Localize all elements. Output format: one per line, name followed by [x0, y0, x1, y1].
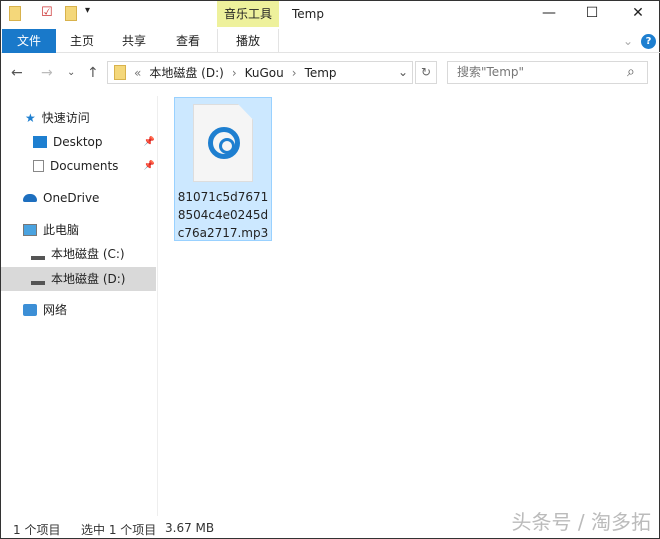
tab-play[interactable]: 播放: [217, 29, 279, 53]
tab-view[interactable]: 查看: [167, 29, 209, 53]
maximize-button[interactable]: ☐: [577, 5, 607, 21]
address-bar[interactable]: « 本地磁盘 (D:) › KuGou › Temp: [107, 61, 413, 84]
documents-icon: [33, 160, 44, 172]
new-folder-icon[interactable]: [65, 6, 77, 21]
breadcrumb-temp[interactable]: Temp: [305, 66, 337, 80]
sidebar-item-label: 网络: [43, 303, 68, 317]
window-title: Temp: [292, 7, 324, 21]
breadcrumb-d-drive[interactable]: 本地磁盘 (D:): [149, 64, 223, 81]
customize-toolbar-icon[interactable]: ▾: [85, 5, 90, 16]
desktop-icon: [33, 136, 47, 148]
network-icon: [23, 304, 37, 316]
close-button[interactable]: ✕: [623, 5, 653, 21]
folder-icon: [9, 6, 21, 21]
sidebar-item-documents[interactable]: Documents 📌: [33, 154, 155, 178]
drive-icon: [31, 273, 45, 285]
collapse-ribbon-icon[interactable]: ⌄: [623, 34, 633, 48]
selected-size: 3.67 MB: [165, 521, 215, 535]
breadcrumb-kugou[interactable]: KuGou: [245, 66, 284, 80]
breadcrumb-separator[interactable]: ›: [292, 66, 297, 80]
star-icon: ★: [25, 111, 36, 125]
music-disc-icon: [208, 127, 240, 159]
sidebar-item-desktop[interactable]: Desktop 📌: [33, 130, 155, 154]
folder-icon: [114, 65, 126, 80]
breadcrumb-separator[interactable]: ›: [232, 66, 237, 80]
help-icon[interactable]: ?: [641, 34, 656, 49]
drive-icon: [31, 248, 45, 260]
sidebar-item-label: Documents: [50, 159, 119, 173]
sidebar-item-quick-access[interactable]: ★ 快速访问: [25, 106, 90, 130]
computer-icon: [23, 224, 37, 236]
properties-icon[interactable]: ☑: [41, 5, 53, 20]
refresh-button[interactable]: ↻: [415, 61, 437, 84]
sidebar-item-network[interactable]: 网络: [23, 298, 67, 322]
sidebar-item-label: 快速访问: [41, 111, 90, 125]
item-count: 1 个项目: [13, 523, 61, 537]
tab-home[interactable]: 主页: [61, 29, 103, 53]
file-icon: [193, 104, 253, 182]
sidebar-item-onedrive[interactable]: OneDrive: [23, 186, 99, 210]
search-input[interactable]: 搜索"Temp": [447, 61, 648, 84]
tab-file[interactable]: 文件: [2, 29, 56, 53]
sidebar-item-label: 本地磁盘 (C:): [51, 247, 125, 261]
music-tools-tab: 音乐工具: [217, 1, 279, 27]
navigation-pane: ★ 快速访问 Desktop 📌 Documents 📌 OneDrive 此电脑 本…: [1, 96, 158, 516]
up-button[interactable]: ↑: [87, 65, 99, 81]
sidebar-item-this-pc[interactable]: 此电脑: [23, 218, 79, 242]
pin-icon[interactable]: 📌: [144, 154, 155, 178]
sidebar-item-label: 本地磁盘 (D:): [51, 272, 126, 286]
watermark: 头条号 / 淘多拓: [511, 510, 651, 534]
back-button[interactable]: ←: [11, 65, 23, 81]
recent-locations-button[interactable]: ⌄: [67, 67, 75, 78]
sidebar-item-drive-d[interactable]: 本地磁盘 (D:): [1, 267, 156, 291]
sidebar-item-label: 此电脑: [43, 223, 80, 237]
sidebar-item-label: Desktop: [53, 135, 103, 149]
minimize-button[interactable]: —: [534, 5, 564, 21]
selected-count: 选中 1 个项目: [81, 523, 157, 537]
tab-share[interactable]: 共享: [113, 29, 155, 53]
sidebar-item-label: OneDrive: [43, 191, 100, 205]
cloud-icon: [23, 194, 37, 202]
overflow-chevron[interactable]: «: [134, 66, 141, 80]
file-name: 81071c5d76718504c4e0245dc76a2717.mp3: [177, 190, 269, 240]
file-item[interactable]: 81071c5d76718504c4e0245dc76a2717.mp3: [174, 97, 272, 241]
address-dropdown-icon[interactable]: ⌄: [398, 65, 408, 79]
forward-button[interactable]: →: [41, 65, 53, 81]
search-icon: ⌕: [627, 64, 635, 80]
sidebar-item-drive-c[interactable]: 本地磁盘 (C:): [31, 242, 125, 266]
pin-icon[interactable]: 📌: [144, 130, 155, 154]
